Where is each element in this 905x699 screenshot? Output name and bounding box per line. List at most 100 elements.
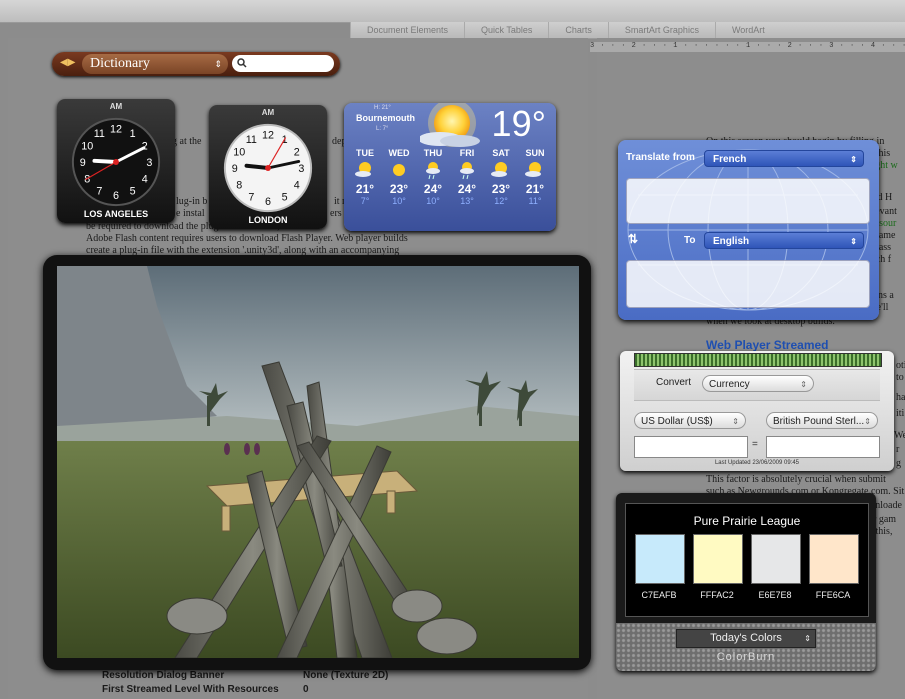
forecast-day-name: THU [423, 148, 443, 158]
currency-converter-widget: Convert Currency ⇕ US Dollar (US$) ⇕ Bri… [620, 351, 894, 471]
toolbar [0, 0, 905, 23]
brand-name: ColorBurn [716, 651, 776, 663]
doc-line: g [896, 458, 901, 469]
color-swatch[interactable] [635, 534, 685, 584]
svg-text:1: 1 [130, 128, 136, 140]
to-currency: British Pound Sterl... [773, 416, 865, 427]
svg-text:5: 5 [282, 192, 288, 204]
sun-cloud-icon [518, 158, 552, 182]
color-swatch[interactable] [809, 534, 859, 584]
swap-icon[interactable]: ⇅ [628, 232, 638, 246]
weather-high: H: 21° [374, 105, 391, 111]
dictionary-widget: ◀▶ Dictionary ⇕ [52, 52, 340, 76]
forecast-day: WED 23° 10° [382, 148, 416, 206]
sun-cloud-icon [484, 158, 518, 182]
updown-chevron-icon: ⇕ [800, 380, 807, 389]
svg-text:11: 11 [94, 128, 105, 140]
translate-from-select[interactable]: French ⇕ [704, 150, 864, 167]
dictionary-search-input[interactable] [232, 55, 334, 72]
forecast-day: THU 24° 10° [416, 148, 450, 206]
translate-from-label: Translate from [626, 152, 695, 163]
tab-document-elements[interactable]: Document Elements [350, 22, 464, 38]
updown-chevron-icon: ⇕ [864, 417, 871, 426]
doc-line: oti [896, 360, 905, 371]
updown-chevron-icon: ⇕ [804, 634, 811, 643]
to-currency-select[interactable]: British Pound Sterl... ⇕ [766, 412, 878, 429]
forecast-high: 23° [389, 182, 409, 196]
forecast-day: SAT 23° 12° [484, 148, 518, 206]
source-text-area[interactable] [626, 178, 870, 224]
from-currency-select[interactable]: US Dollar (US$) ⇕ [634, 412, 746, 429]
svg-text:7: 7 [96, 186, 102, 198]
updown-chevron-icon: ⇕ [850, 237, 857, 246]
forecast-low: 11° [528, 196, 542, 206]
svg-text:6: 6 [265, 196, 271, 208]
doc-line: g at the [172, 136, 202, 147]
tab-quick-tables[interactable]: Quick Tables [464, 22, 548, 38]
colorburn-footer: Today's Colors ⇕ ColorBurn [616, 623, 876, 671]
svg-text:10: 10 [233, 146, 245, 158]
property-value[interactable]: 0 [303, 684, 309, 695]
convert-type-select[interactable]: Currency ⇕ [702, 375, 814, 392]
colors-select[interactable]: Today's Colors ⇕ [676, 629, 816, 648]
updown-chevron-icon: ⇕ [732, 417, 739, 426]
forecast-day-name: WED [388, 148, 410, 158]
svg-text:5: 5 [130, 186, 136, 198]
forecast-day-name: SUN [525, 148, 545, 158]
forecast-day-name: TUE [356, 148, 374, 158]
tab-wordart[interactable]: WordArt [714, 22, 781, 38]
forecast-high: 21° [525, 182, 545, 196]
ruler[interactable]: 3 · · · 2 · · · 1 · · · · · · 1 · · · 2 … [590, 42, 905, 52]
to-amount-input[interactable] [766, 436, 880, 458]
swatch-hex: C7EAFB [641, 590, 677, 600]
nav-arrows-icon[interactable]: ◀▶ [60, 57, 75, 68]
clock-ampm: AM [109, 102, 123, 111]
translate-to-select[interactable]: English ⇕ [704, 232, 864, 249]
from-amount-input[interactable] [634, 436, 748, 458]
weather-low: L: 7° [376, 126, 389, 132]
color-swatch[interactable] [693, 534, 743, 584]
weather-forecast: TUE 21° 7° WED 23° 10° THU 24° 10° FRI 24° 13° SAT 23… [348, 148, 552, 206]
from-currency: US Dollar (US$) [641, 416, 713, 427]
updown-chevron-icon: ⇕ [850, 155, 857, 164]
game-scene-image[interactable] [57, 266, 579, 658]
doc-line: lug-in b [176, 196, 208, 207]
clock-widget-london[interactable]: AM 123456789101112 LONDON [209, 105, 327, 229]
forecast-high: 23° [491, 182, 511, 196]
game-viewport[interactable] [57, 266, 579, 658]
doc-line: e instal [176, 208, 205, 219]
from-language: French [713, 154, 747, 165]
dictionary-source-select[interactable]: Dictionary ⇕ [82, 54, 228, 74]
doc-line: ers [330, 208, 342, 219]
palette-title: Pure Prairie League [693, 514, 801, 528]
convert-label: Convert [656, 377, 692, 388]
translation-widget: Translate from French ⇕ ⇅ To English ⇕ [618, 140, 879, 320]
svg-text:10: 10 [81, 140, 93, 152]
clock-widget-los-angeles[interactable]: AM 1 2 3 4 5 6 7 8 9 10 11 12 LOS ANGELES [57, 99, 175, 223]
property-value[interactable]: None (Texture 2D) [303, 670, 388, 681]
tab-charts[interactable]: Charts [548, 22, 608, 38]
doc-line: to [896, 372, 904, 383]
sun-rain-icon [450, 158, 484, 182]
svg-text:3: 3 [146, 157, 152, 169]
doc-line: ha [896, 392, 905, 403]
palette-panel: Pure Prairie League C7EAFB FFFAC2 E6E7E8… [625, 503, 869, 617]
tab-smartart-graphics[interactable]: SmartArt Graphics [607, 22, 715, 38]
swatch-row [635, 534, 859, 584]
svg-text:8: 8 [236, 180, 242, 192]
doc-line: We [894, 430, 905, 441]
doc-line: iti [896, 408, 905, 419]
forecast-high: 24° [457, 182, 477, 196]
convert-type: Currency [709, 379, 750, 390]
last-updated: Last Updated 23/06/2009 09:45 [714, 460, 800, 466]
svg-text:12: 12 [110, 124, 122, 136]
to-language: English [713, 236, 750, 247]
svg-text:3: 3 [298, 163, 304, 175]
property-label: First Streamed Level With Resources [102, 684, 279, 695]
weather-widget[interactable]: H: 21° Bournemouth L: 7° 19° TUE 21° 7° WED… [344, 103, 556, 231]
colorburn-widget: Pure Prairie League C7EAFB FFFAC2 E6E7E8… [616, 493, 876, 671]
svg-text:2: 2 [142, 140, 148, 152]
doc-line: This factor is absolutely crucial when s… [706, 474, 886, 485]
color-swatch[interactable] [751, 534, 801, 584]
forecast-day-name: SAT [492, 148, 510, 158]
